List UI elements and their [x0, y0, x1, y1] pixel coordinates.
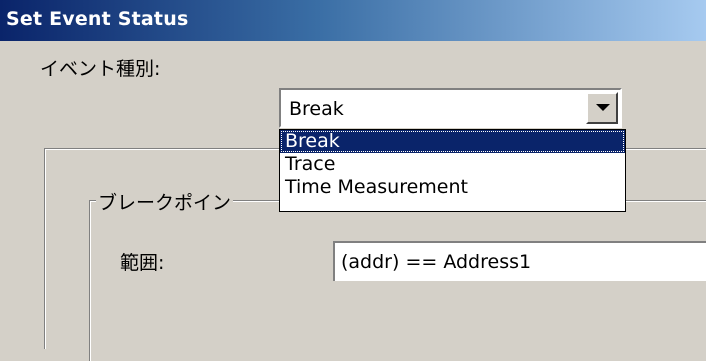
dropdown-option-trace[interactable]: Trace — [280, 153, 625, 176]
dropdown-option-break[interactable]: Break — [280, 130, 625, 153]
event-type-value: Break — [289, 98, 344, 120]
dropdown-button[interactable] — [586, 92, 618, 124]
breakpoint-group-caption: ブレークポイン — [96, 188, 234, 215]
range-label: 範囲: — [120, 252, 165, 274]
window-title: Set Event Status — [6, 8, 189, 30]
range-value: (addr) == Address1 — [341, 251, 532, 273]
chevron-down-icon — [596, 104, 610, 111]
range-input[interactable]: (addr) == Address1 — [333, 241, 706, 281]
title-bar[interactable]: Set Event Status — [0, 0, 706, 41]
event-type-combobox[interactable]: Break — [279, 88, 622, 128]
dropdown-option-time-measurement[interactable]: Time Measurement — [280, 176, 625, 199]
event-type-label: イベント種別: — [40, 58, 161, 80]
event-type-dropdown-list[interactable]: Break Trace Time Measurement — [279, 129, 626, 212]
